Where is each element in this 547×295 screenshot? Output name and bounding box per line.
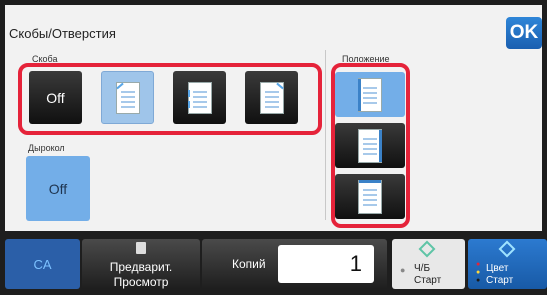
staple-off-button[interactable]: Off — [29, 71, 82, 124]
position-right-button[interactable] — [335, 123, 405, 168]
color-dot-icon: ● — [476, 261, 481, 268]
position-top-icon — [358, 179, 382, 214]
staple-top-right-icon — [259, 81, 284, 114]
copies-label: Копий — [232, 257, 266, 271]
bw-label-line1: Ч/Б — [414, 263, 431, 274]
page-title: Скобы/Отверстия — [9, 26, 116, 41]
preview-button[interactable]: Предварит. Просмотр — [82, 239, 200, 289]
color-label-line2: Старт — [486, 275, 514, 286]
bottom-bar: CA Предварит. Просмотр Копий 1 ● Ч/Б Ста… — [0, 231, 547, 295]
start-diamond-icon — [418, 240, 436, 258]
divider — [325, 50, 326, 220]
punch-section-label: Дырокол — [28, 143, 65, 153]
position-left-button[interactable] — [335, 72, 405, 117]
preview-label-line2: Просмотр — [113, 275, 169, 289]
copies-input[interactable]: 1 — [278, 245, 374, 283]
color-dot-icon: ● — [476, 277, 481, 284]
copies-control: Копий 1 — [202, 239, 387, 289]
bw-dot-icon: ● — [400, 265, 406, 275]
color-start-button[interactable]: ● ● ● Цвет Старт — [468, 239, 547, 289]
start-diamond-icon — [498, 240, 516, 258]
bw-start-button[interactable]: ● Ч/Б Старт — [392, 239, 465, 289]
staple-left-two-icon — [187, 81, 212, 114]
staple-option-left-two-button[interactable] — [173, 71, 226, 124]
preview-icon — [136, 242, 146, 254]
clear-all-button[interactable]: CA — [5, 239, 80, 289]
position-top-button[interactable] — [335, 174, 405, 219]
staple-option-top-right-button[interactable] — [245, 71, 298, 124]
screen-frame: Скобы/Отверстия OK Скоба Off Дырокол Off… — [0, 0, 547, 295]
staple-option-top-left-button[interactable] — [101, 71, 154, 124]
position-right-icon — [358, 128, 382, 163]
punch-off-button[interactable]: Off — [26, 156, 90, 221]
bw-label-line2: Старт — [414, 275, 442, 286]
position-left-icon — [358, 77, 382, 112]
color-dot-icon: ● — [476, 269, 481, 276]
color-label-line1: Цвет — [486, 263, 509, 274]
staple-top-left-icon — [115, 81, 140, 114]
preview-label-line1: Предварит. — [109, 260, 173, 274]
ok-button[interactable]: OK — [506, 17, 542, 49]
